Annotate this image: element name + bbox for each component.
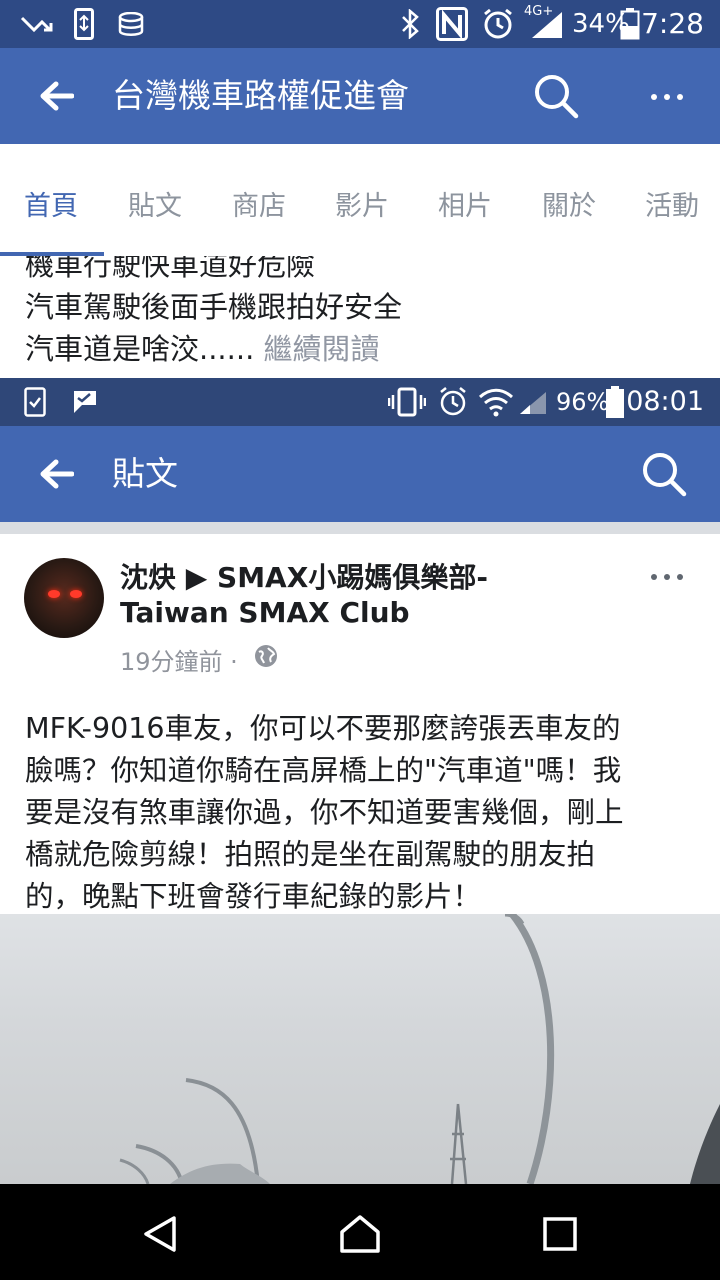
clock: 08:01 [626,386,704,417]
read-more-link[interactable]: 繼續閱讀 [264,332,380,366]
search-icon[interactable] [640,450,688,498]
post-author[interactable]: 沈炔 ▶ SMAX小踢媽俱樂部- [120,556,488,596]
more-icon[interactable] [650,92,684,102]
wifi-icon [478,388,514,417]
system-navigation-bar [0,1184,720,1280]
page-header: 台灣機車路權促進會 [0,48,720,144]
nav-recents-icon[interactable] [542,1216,578,1252]
database-icon [118,12,144,36]
post-photo[interactable] [0,914,720,1184]
post-body-line: 要是沒有煞車讓你過，你不知道要害幾個，剛上 [25,796,624,829]
feed-divider [0,522,720,534]
tab-posts[interactable]: 貼文 [128,184,182,223]
missed-call-icon [20,16,53,33]
globe-icon [255,645,277,667]
nav-home-icon[interactable] [338,1214,382,1254]
excerpt-line: 機車行駛快車道好危險 [25,256,316,282]
page-title: 台灣機車路權促進會 [112,76,409,115]
post-group[interactable]: Taiwan SMAX Club [120,596,410,629]
tab-about[interactable]: 關於 [542,184,596,223]
battery-percent: 96% [556,388,610,416]
back-arrow-icon[interactable] [38,458,74,490]
nfc-icon [436,7,468,41]
post-timestamp[interactable]: 19分鐘前 · [120,642,238,677]
avatar-eye [70,590,82,598]
status-bar: 4G+ 34% 7:28 [0,0,720,48]
tab-videos[interactable]: 影片 [335,184,389,223]
excerpt-line: 汽車駕駛後面手機跟拍好安全 [25,290,403,324]
inner-status-bar: 96% 08:01 [0,378,720,426]
tab-photos[interactable]: 相片 [438,184,492,223]
search-icon[interactable] [532,72,580,120]
post-body-line: 的，晚點下班會發行車紀錄的影片！ [25,880,482,913]
phone-check-icon [24,387,46,417]
post-options-icon[interactable] [650,572,684,582]
battery-icon [606,386,624,418]
battery-icon [620,8,640,40]
clock: 7:28 [641,7,704,40]
avatar-eye [48,590,60,598]
post-body-line: MFK-9016車友，你可以不要那麼誇張丟車友的 [25,712,621,745]
post-excerpt: 機車行駛快車道好危險 汽車駕駛後面手機跟拍好安全 汽車道是啥洨...... 繼續… [0,256,720,378]
post-body-line: 橋就危險剪線！拍照的是坐在副駕駛的朋友拍 [25,838,596,871]
phone-sync-icon [74,8,94,40]
vibrate-icon [388,387,426,417]
post-body-line: 臉嗎？你知道你騎在高屏橋上的"汽車道"嗎！我 [25,754,622,787]
alarm-icon [484,8,512,39]
inner-page-header: 貼文 [0,426,720,522]
back-arrow-icon[interactable] [38,80,74,112]
tab-home[interactable]: 首頁 [24,184,78,223]
bluetooth-icon [402,9,419,39]
nav-back-icon[interactable] [140,1214,180,1254]
excerpt-line-text: 汽車道是啥洨...... [25,332,255,366]
tab-shop[interactable]: 商店 [232,184,286,223]
tab-events[interactable]: 活動 [645,184,699,223]
excerpt-line: 汽車道是啥洨...... 繼續閱讀 [25,326,380,368]
bridge-photo-illustration [119,914,720,1184]
signal-icon [520,392,546,414]
signal-icon [532,12,562,38]
alarm-icon [440,387,466,416]
inner-page-title: 貼文 [112,454,178,493]
inbox-check-icon [74,391,96,413]
post-card: 沈炔 ▶ SMAX小踢媽俱樂部- Taiwan SMAX Club 19分鐘前 … [0,534,720,914]
page-tabs: 首頁 貼文 商店 影片 相片 關於 活動 [0,144,720,256]
avatar[interactable] [24,558,104,638]
